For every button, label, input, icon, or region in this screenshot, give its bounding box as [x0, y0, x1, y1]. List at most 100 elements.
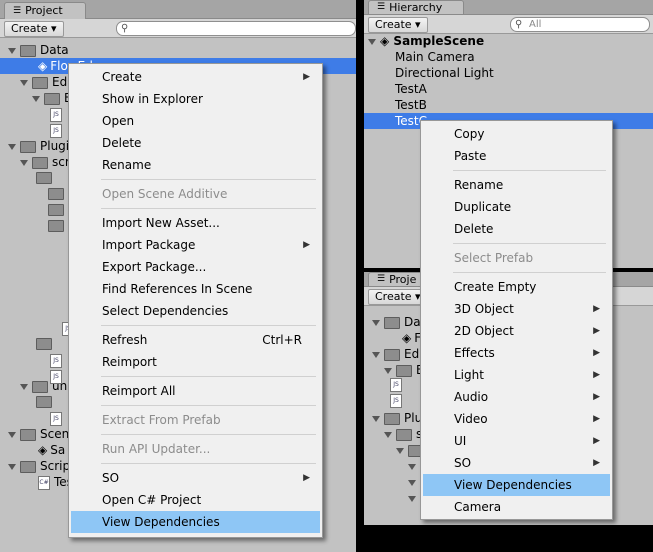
menu-item-so[interactable]: SO ▶ — [423, 452, 610, 474]
expand-icon[interactable] — [408, 495, 416, 502]
menu-item-run-api-updater: Run API Updater... — [71, 438, 320, 460]
folder-icon — [396, 364, 412, 377]
menu-item-view-dependencies[interactable]: View Dependencies — [423, 474, 610, 496]
create-button[interactable]: Create ▾ — [4, 21, 64, 37]
menu-separator — [101, 434, 316, 435]
menu-item-label: Effects — [454, 346, 495, 360]
menu-item-camera[interactable]: Camera — [423, 496, 610, 518]
expand-icon[interactable] — [8, 143, 16, 150]
expand-icon[interactable] — [384, 367, 392, 374]
expand-icon[interactable] — [396, 447, 404, 454]
menu-item-reimport[interactable]: Reimport — [71, 351, 320, 373]
hierarchy-item[interactable]: TestA — [395, 81, 427, 97]
folder-icon — [32, 380, 48, 393]
menu-item-label: Run API Updater... — [102, 442, 211, 456]
hierarchy-item[interactable]: TestB — [395, 97, 427, 113]
menu-separator — [101, 405, 316, 406]
tree-item[interactable]: C# Tes — [26, 474, 73, 490]
menu-item-select-prefab: Select Prefab — [423, 247, 610, 269]
expand-icon[interactable] — [384, 431, 392, 438]
tree-item[interactable]: scr — [20, 154, 70, 170]
tree-item[interactable]: Data — [8, 42, 69, 58]
tree-item[interactable]: E — [384, 362, 424, 378]
search-input[interactable]: ⚲ All — [510, 17, 650, 32]
submenu-arrow-icon: ▶ — [303, 72, 310, 82]
menu-item-label: Create — [102, 70, 142, 84]
expand-icon[interactable] — [372, 319, 380, 326]
hierarchy-item[interactable]: Main Camera — [395, 49, 475, 65]
scene-row[interactable]: ◈ SampleScene — [368, 33, 484, 49]
cs-icon: C# — [38, 475, 50, 490]
list-icon: ☰ — [13, 6, 22, 16]
create-button[interactable]: Create ▾ — [368, 289, 428, 305]
menu-item-refresh[interactable]: Refresh Ctrl+R — [71, 329, 320, 351]
tree-item[interactable]: uni — [20, 378, 71, 394]
search-input[interactable]: ⚲ — [116, 21, 356, 36]
menu-item-open-c-project[interactable]: Open C# Project — [71, 489, 320, 511]
menu-item-label: Rename — [454, 178, 504, 192]
expand-icon[interactable] — [372, 351, 380, 358]
menu-separator — [453, 243, 606, 244]
menu-item-delete[interactable]: Delete — [423, 218, 610, 240]
menu-item-label: Paste — [454, 149, 487, 163]
menu-item-label: Show in Explorer — [102, 92, 203, 106]
tree-item[interactable]: ◈ F — [390, 330, 421, 346]
folder-icon — [384, 348, 400, 361]
folder-icon — [20, 428, 36, 441]
submenu-arrow-icon: ▶ — [593, 458, 600, 468]
expand-icon[interactable] — [408, 463, 416, 470]
create-label: Create — [375, 290, 412, 303]
menu-item-create[interactable]: Create ▶ — [71, 66, 320, 88]
create-button[interactable]: Create ▾ — [368, 17, 428, 33]
menu-item-extract-from-prefab: Extract From Prefab — [71, 409, 320, 431]
menu-item-delete[interactable]: Delete — [71, 132, 320, 154]
expand-icon[interactable] — [8, 431, 16, 438]
menu-item-find-references-in-scene[interactable]: Find References In Scene — [71, 278, 320, 300]
create-label: Create — [375, 18, 412, 31]
menu-item-paste[interactable]: Paste — [423, 145, 610, 167]
expand-icon[interactable] — [372, 415, 380, 422]
expand-icon[interactable] — [32, 95, 40, 102]
expand-icon[interactable] — [368, 38, 376, 45]
folder-icon — [20, 460, 36, 473]
tab-hierarchy[interactable]: ☰ Hierarchy — [368, 0, 464, 14]
expand-icon[interactable] — [20, 159, 28, 166]
menu-item-import-new-asset[interactable]: Import New Asset... — [71, 212, 320, 234]
menu-item-so[interactable]: SO ▶ — [71, 467, 320, 489]
menu-item-show-in-explorer[interactable]: Show in Explorer — [71, 88, 320, 110]
hierarchy-tabbar: ☰ Hierarchy — [364, 0, 653, 15]
menu-item-select-dependencies[interactable]: Select Dependencies — [71, 300, 320, 322]
menu-item-duplicate[interactable]: Duplicate — [423, 196, 610, 218]
expand-icon[interactable] — [20, 383, 28, 390]
menu-item-reimport-all[interactable]: Reimport All — [71, 380, 320, 402]
menu-item-open[interactable]: Open — [71, 110, 320, 132]
menu-item-import-package[interactable]: Import Package ▶ — [71, 234, 320, 256]
menu-item-3d-object[interactable]: 3D Object ▶ — [423, 298, 610, 320]
menu-item-label: Import Package — [102, 238, 196, 252]
menu-item-copy[interactable]: Copy — [423, 123, 610, 145]
menu-item-rename[interactable]: Rename — [71, 154, 320, 176]
tab-project[interactable]: ☰ Project — [4, 2, 86, 19]
folder-icon — [20, 140, 36, 153]
expand-icon[interactable] — [8, 47, 16, 54]
tree-item[interactable]: s — [384, 426, 422, 442]
menu-item-label: Camera — [454, 500, 502, 514]
submenu-arrow-icon: ▶ — [593, 304, 600, 314]
menu-item-video[interactable]: Video ▶ — [423, 408, 610, 430]
menu-item-audio[interactable]: Audio ▶ — [423, 386, 610, 408]
menu-item-create-empty[interactable]: Create Empty — [423, 276, 610, 298]
menu-item-view-dependencies[interactable]: View Dependencies — [71, 511, 320, 533]
menu-item-ui[interactable]: UI ▶ — [423, 430, 610, 452]
tree-item[interactable]: ◈ Sa — [26, 442, 65, 458]
menu-item-effects[interactable]: Effects ▶ — [423, 342, 610, 364]
hierarchy-item[interactable]: Directional Light — [395, 65, 494, 81]
menu-item-light[interactable]: Light ▶ — [423, 364, 610, 386]
expand-icon[interactable] — [8, 463, 16, 470]
menu-item-label: Copy — [454, 127, 485, 141]
expand-icon[interactable] — [20, 79, 28, 86]
menu-item-export-package[interactable]: Export Package... — [71, 256, 320, 278]
menu-item-2d-object[interactable]: 2D Object ▶ — [423, 320, 610, 342]
expand-icon[interactable] — [408, 479, 416, 486]
unity-icon: ◈ — [38, 59, 48, 73]
menu-item-rename[interactable]: Rename — [423, 174, 610, 196]
